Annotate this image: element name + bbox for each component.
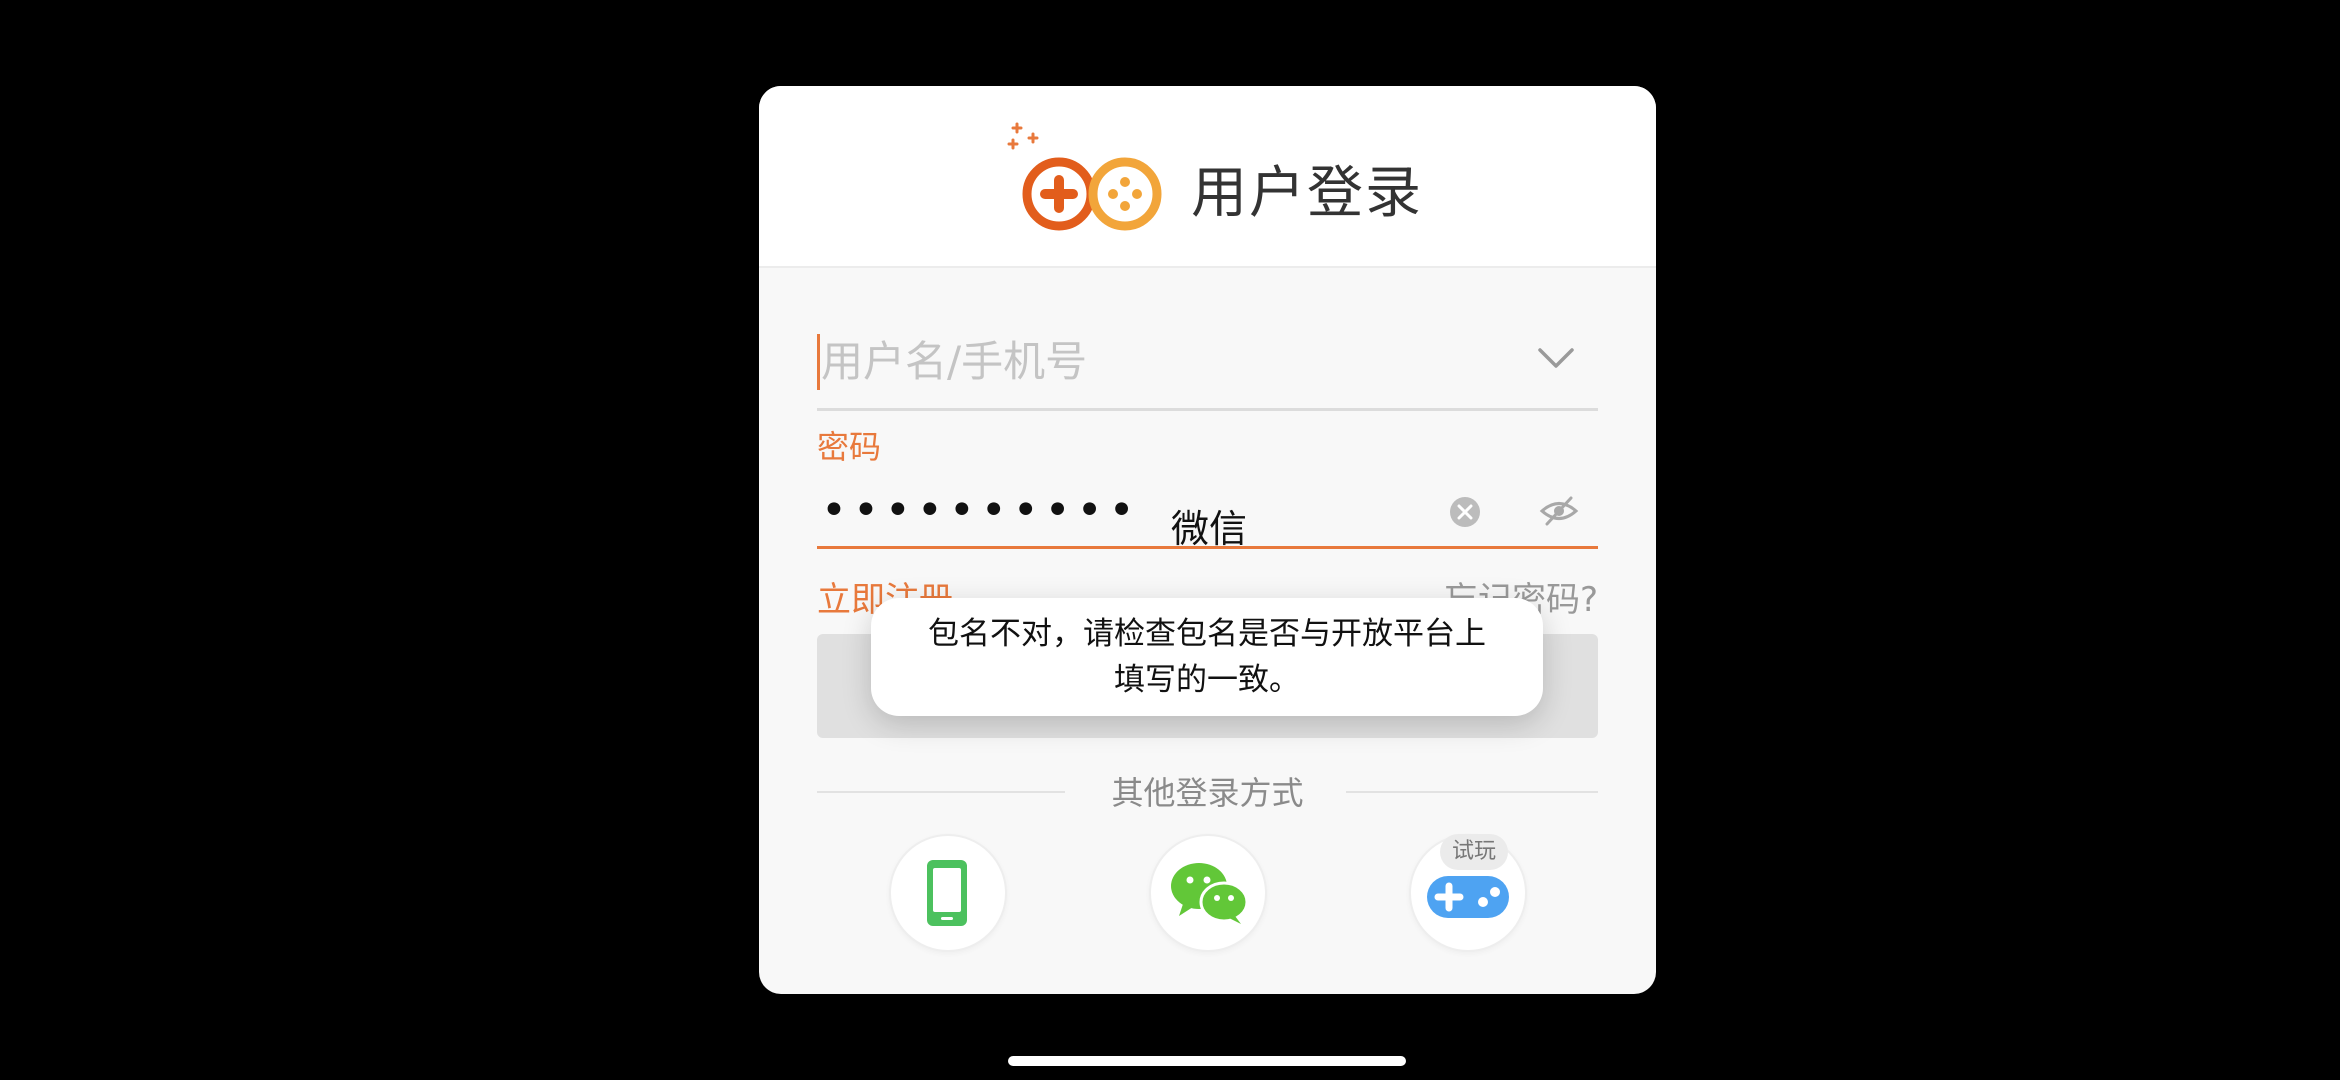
dialog-header: 用户登录 <box>759 86 1656 268</box>
trial-badge: 试玩 <box>1440 834 1508 870</box>
text-caret <box>817 334 820 390</box>
wechat-app-label: 微信 <box>1171 507 1248 551</box>
page-title: 用户登录 <box>1191 161 1423 226</box>
password-label: 密码 <box>817 428 882 466</box>
toast-message-line: 填写的一致。 <box>1114 662 1300 698</box>
username-field[interactable] <box>817 326 1598 411</box>
gamepad-icon <box>1427 876 1509 918</box>
wechat-icon <box>1171 863 1249 924</box>
toast-message-line: 包名不对，请检查包名是否与开放平台上 <box>928 616 1486 652</box>
divider-line <box>1346 791 1598 793</box>
clear-icon[interactable] <box>1449 496 1481 528</box>
error-toast: 包名不对，请检查包名是否与开放平台上 填写的一致。 <box>871 598 1543 716</box>
gamepad-plus-logo-icon <box>1007 122 1162 231</box>
wechat-login-button[interactable] <box>1149 834 1267 952</box>
phone-login-button[interactable] <box>889 834 1007 952</box>
phone-icon <box>927 860 967 926</box>
home-indicator[interactable] <box>1008 1056 1406 1066</box>
username-input[interactable] <box>821 326 1501 396</box>
login-dialog: 用户登录 密码 •••••••••• 立即注册 忘记密码? 其他登录方式 <box>759 86 1656 994</box>
other-login-divider: 其他登录方式 <box>817 766 1598 816</box>
chevron-down-icon[interactable] <box>1536 344 1576 372</box>
eye-off-icon[interactable] <box>1539 494 1579 528</box>
password-input[interactable]: •••••••••• <box>821 476 1141 546</box>
